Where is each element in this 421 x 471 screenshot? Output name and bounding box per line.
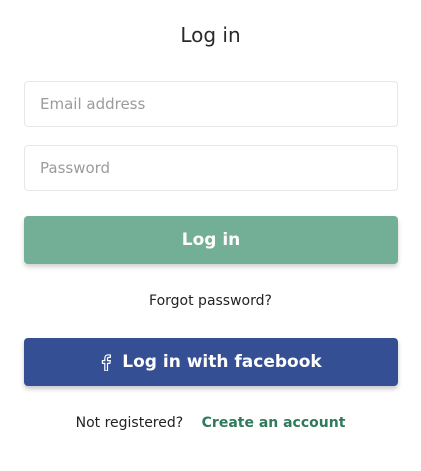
create-account-link[interactable]: Create an account [202, 415, 346, 431]
facebook-button-label: Log in with facebook [122, 352, 322, 372]
forgot-password-link[interactable]: Forgot password? [0, 292, 421, 310]
not-registered-text: Not registered? [75, 415, 184, 431]
register-row: Not registered? Create an account [0, 414, 421, 432]
login-button[interactable]: Log in [24, 216, 398, 264]
facebook-login-button[interactable]: Log in with facebook [24, 338, 398, 386]
login-button-label: Log in [181, 230, 241, 250]
email-field[interactable] [24, 81, 398, 127]
login-card: Log in Log in Forgot password? Log in wi… [0, 0, 421, 471]
password-field[interactable] [24, 145, 398, 191]
facebook-f-icon [100, 353, 112, 371]
page-title: Log in [180, 23, 241, 47]
